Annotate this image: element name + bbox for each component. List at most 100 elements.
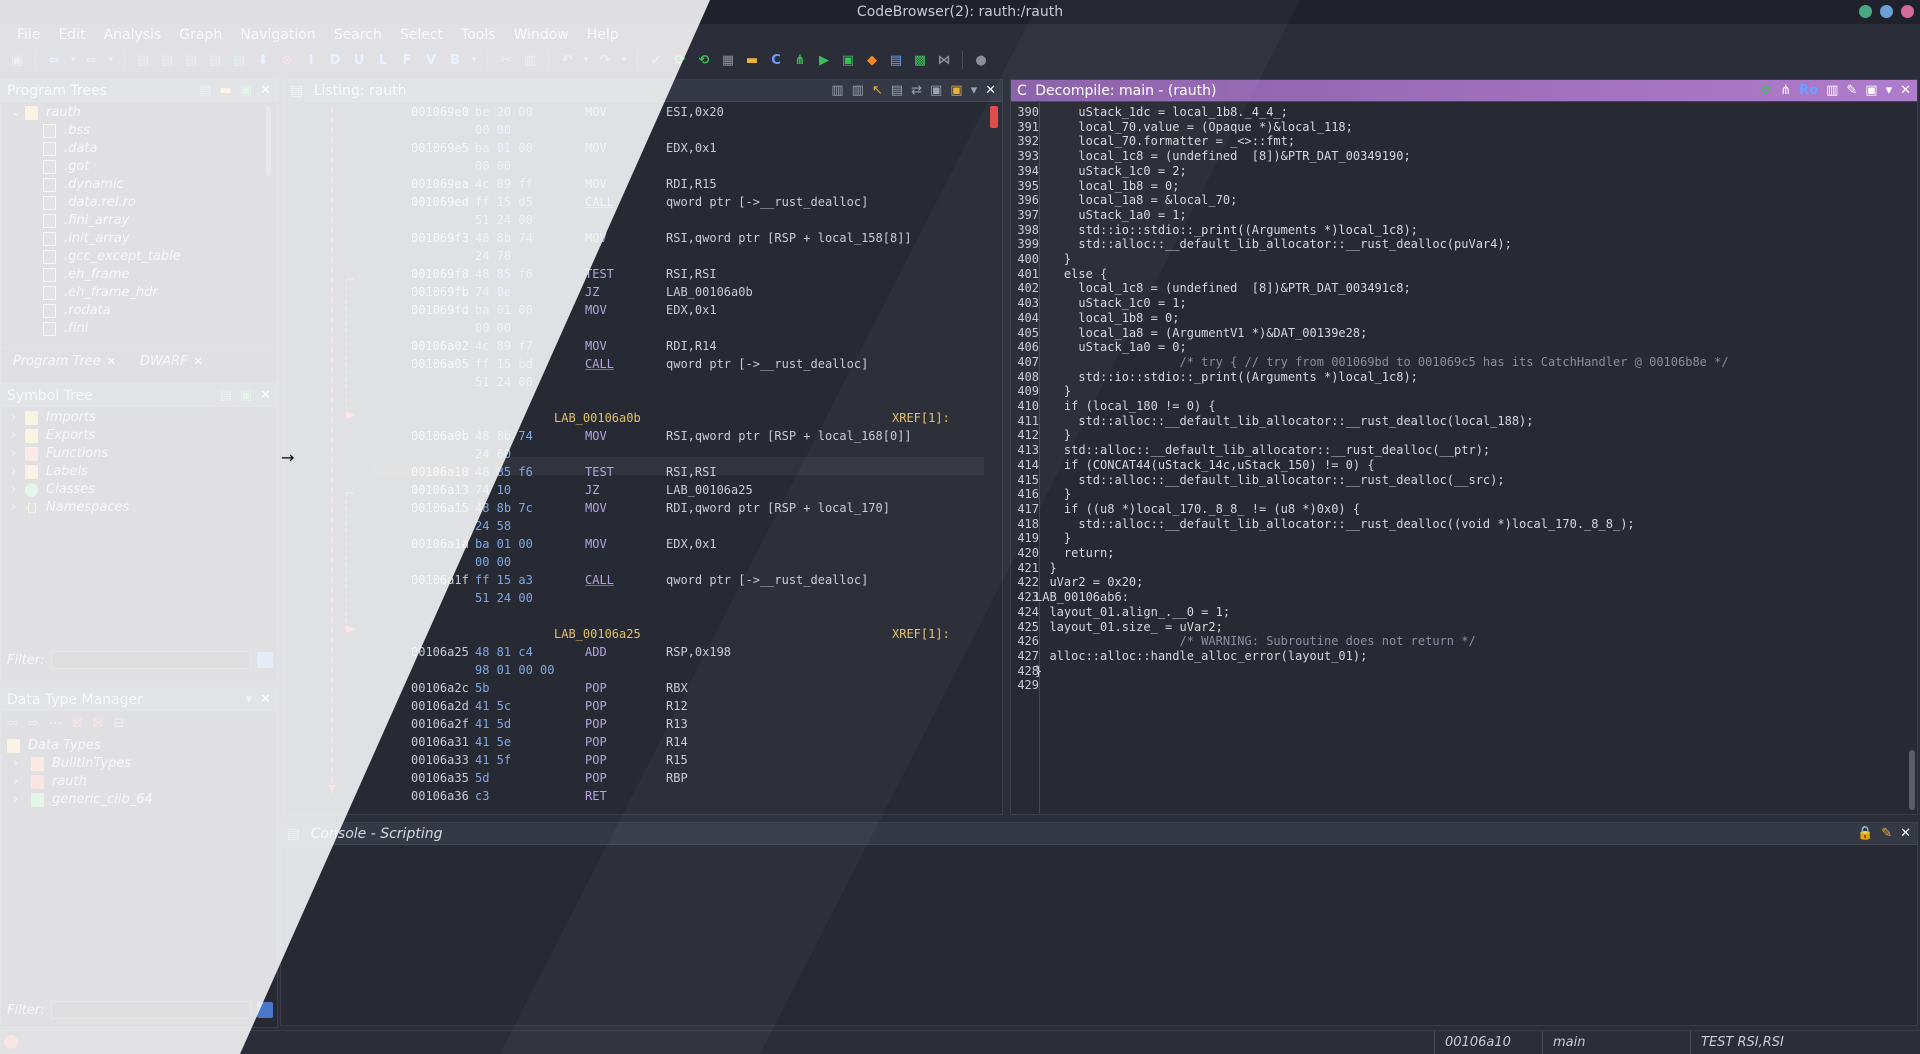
listing-bytes[interactable]: ff 15 d5 [475, 193, 533, 211]
check-icon[interactable]: ✔ [647, 51, 665, 69]
code-text[interactable]: std::alloc::__default_lib_allocator::__r… [1035, 471, 1504, 489]
listing-row[interactable]: 00106a05 ff 15 bd CALL qword ptr [->__rust_… [284, 355, 984, 373]
listing-mnemonic[interactable]: CALL [585, 355, 614, 373]
data-types-root[interactable]: Data Types [7, 737, 277, 755]
listing-operands[interactable]: R15 [666, 751, 688, 769]
undefined-letter-icon[interactable]: U [350, 51, 368, 69]
listing-operands[interactable]: EDX,0x1 [666, 535, 717, 553]
list-item[interactable]: .fini_array [11, 212, 277, 230]
list-item[interactable]: .got [11, 158, 277, 176]
undo-dropdown-icon[interactable]: ▾ [582, 51, 590, 69]
expand-icon[interactable]: ⌄ [11, 104, 25, 122]
listing-label[interactable]: LAB_00106a25 [554, 625, 641, 643]
filter-options-button[interactable] [256, 652, 273, 668]
listing-row[interactable]: 001069fb 74 0e JZ LAB_00106a0b [284, 283, 984, 301]
filter-options-button[interactable] [256, 1002, 273, 1018]
tree-scrollbar[interactable] [266, 106, 271, 176]
listing-row[interactable]: 001069f8 48 85 f6 TEST RSI,RSI [284, 265, 984, 283]
cut-icon[interactable]: ✂ [497, 51, 515, 69]
listing-row[interactable]: 00106a15 48 8b 7c MOV RDI,qword ptr [RSP + … [284, 499, 984, 517]
listing-bytes[interactable]: 00 00 [475, 157, 511, 175]
listing-mnemonic[interactable]: POP [585, 733, 607, 751]
listing-mnemonic[interactable]: CALL [585, 571, 614, 589]
listing-bytes[interactable]: 48 8b 74 [475, 427, 533, 445]
listing-label-row[interactable]: LAB_00106a25 XREF[1]: [284, 625, 984, 643]
menu-analysis[interactable]: Analysis [95, 27, 171, 43]
listing-address[interactable]: 00106a31 [411, 733, 469, 751]
chevron-right-icon[interactable]: › [13, 755, 31, 773]
tab-program-tree[interactable]: Program Tree ✕ [13, 354, 116, 369]
decompile-vscrollbar[interactable] [1909, 750, 1915, 810]
back-arrow-icon[interactable]: ⇦ [7, 716, 18, 731]
list-item[interactable]: .rodata [11, 302, 277, 320]
memory-icon[interactable]: ▣ [839, 51, 857, 69]
data-type-filter-input[interactable] [50, 1001, 251, 1019]
menu-select[interactable]: Select [391, 27, 452, 43]
dropdown-icon[interactable]: ▾ [971, 80, 978, 102]
listing-bytes[interactable]: 00 00 [475, 553, 511, 571]
listing-label[interactable]: LAB_00106a0b [554, 409, 641, 427]
code-text[interactable]: std::alloc::__default_lib_allocator::__r… [1035, 515, 1634, 533]
list-item[interactable]: .data.rel.ro [11, 194, 277, 212]
listing-mnemonic[interactable]: RET [585, 787, 607, 800]
value-letter-icon[interactable]: V [422, 51, 440, 69]
snapshot-icon[interactable]: ▣ [1865, 80, 1877, 102]
cursor-icon[interactable]: ↖ [872, 80, 883, 102]
listing-bytes[interactable]: 98 01 00 00 [475, 661, 554, 679]
listing-operands[interactable]: R13 [666, 715, 688, 733]
letter-dropdown-icon[interactable]: ▾ [470, 51, 478, 69]
status-error-icon[interactable] [4, 1035, 18, 1049]
chevron-right-icon[interactable]: › [11, 445, 25, 463]
listing-mnemonic[interactable]: JZ [585, 283, 599, 301]
open-tree-icon[interactable]: ▬ [220, 80, 232, 102]
listing-mnemonic[interactable]: ADD [585, 643, 607, 661]
listing-bytes[interactable]: ff 15 bd [475, 355, 533, 373]
instruction-letter-icon[interactable]: I [302, 51, 320, 69]
listing-operands[interactable]: RBX [666, 679, 688, 697]
listing-row[interactable]: 001069f3 48 8b 74 MOV RSI,qword ptr [RSP + … [284, 229, 984, 247]
listing-bytes[interactable]: 4c 89 ff [475, 175, 533, 193]
listing-bytes[interactable]: 24 78 [475, 247, 511, 265]
listing-address[interactable]: 00106a05 [411, 355, 469, 373]
listing-operands[interactable]: R12 [666, 697, 688, 715]
image-icon[interactable]: ▩ [911, 51, 929, 69]
copy-icon[interactable]: ▥ [831, 80, 843, 102]
list-item[interactable]: .fini [11, 320, 277, 338]
listing-row[interactable]: 001069ea 4c 89 ff MOV RDI,R15 [284, 175, 984, 193]
listing-row[interactable]: 00 00 [284, 121, 984, 139]
listing-operands[interactable]: qword ptr [->__rust_dealloc] [666, 571, 868, 589]
edit-icon[interactable]: ✎ [1846, 80, 1857, 102]
back-arrow-icon[interactable]: ⇦ [45, 51, 63, 69]
listing-bytes[interactable]: 00 00 [475, 121, 511, 139]
filter-arrays-icon[interactable]: ⊠ [93, 716, 104, 731]
close-window-button[interactable] [1901, 5, 1914, 18]
close-icon[interactable]: ✕ [260, 689, 271, 711]
xref-label[interactable]: XREF[1]: [892, 625, 950, 643]
listing-row[interactable]: 001069fd ba 01 00 MOV EDX,0x1 [284, 301, 984, 319]
next-undefined-icon[interactable]: ▤ [182, 51, 200, 69]
list-item[interactable]: .dynamic [11, 176, 277, 194]
list-item[interactable]: .eh_frame_hdr [11, 284, 277, 302]
list-item[interactable]: › BuiltInTypes [7, 755, 277, 773]
listing-mnemonic[interactable]: MOV [585, 301, 607, 319]
listing-operands[interactable]: LAB_00106a0b [666, 283, 753, 301]
listing-mnemonic[interactable]: TEST [585, 265, 614, 283]
listing-row[interactable]: 00106a0b 48 8b 74 MOV RSI,qword ptr [RSP + … [284, 427, 984, 445]
chevron-right-icon[interactable]: › [13, 773, 31, 791]
listing-row[interactable]: 00106a02 4c 89 f7 MOV RDI,R14 [284, 337, 984, 355]
next-instruction-icon[interactable]: ▤ [206, 51, 224, 69]
listing-address[interactable]: 001069e5 [411, 139, 469, 157]
refresh-icon[interactable]: ⟳ [1761, 80, 1772, 102]
listing-bytes[interactable]: 48 8b 74 [475, 229, 533, 247]
tab-dwarf[interactable]: DWARF ✕ [140, 354, 203, 369]
listing-mnemonic[interactable]: MOV [585, 139, 607, 157]
stop-icon[interactable]: ⊘ [278, 51, 296, 69]
next-function-icon[interactable]: ▤ [230, 51, 248, 69]
listing-operands[interactable]: EDX,0x1 [666, 301, 717, 319]
listing-address[interactable]: 00106a33 [411, 751, 469, 769]
listing-row[interactable]: 00106a36 c3 RET [284, 787, 984, 800]
arrange-icon[interactable]: ⋯ [49, 716, 62, 731]
listing-bytes[interactable]: 48 85 f6 [475, 463, 533, 481]
undo-icon[interactable]: ↶ [558, 51, 576, 69]
save-icon[interactable]: ▣ [8, 51, 26, 69]
